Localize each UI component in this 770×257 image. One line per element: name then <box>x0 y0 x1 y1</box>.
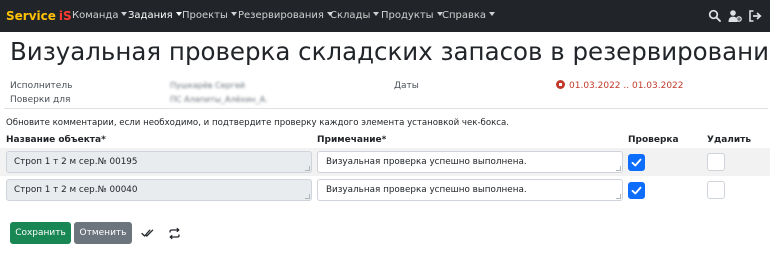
caret-down-icon <box>489 12 496 16</box>
check-all-icon <box>141 229 154 237</box>
checks-for-label: Поверки для <box>10 95 71 105</box>
resize-handle-icon <box>305 166 310 171</box>
checkmark-icon <box>631 186 642 195</box>
column-header-object: Название объекта* <box>6 135 106 145</box>
column-header-check: Проверка <box>628 135 679 145</box>
nav-item-label: Резервирования <box>238 10 324 21</box>
nav-item-projects[interactable]: Проекты <box>182 8 237 24</box>
object-name-field: Строп 1 т 2 м сер.№ 00040 <box>6 179 312 201</box>
verify-checkbox[interactable] <box>628 154 645 171</box>
delete-checkbox[interactable] <box>707 181 725 199</box>
nav-item-label: Команда <box>72 10 119 21</box>
check-all-button[interactable] <box>136 222 158 244</box>
note-value: Визуальная проверка успешно выполнена. <box>326 185 527 195</box>
search-icon[interactable] <box>708 9 722 23</box>
instructions-text: Обновите комментарии, если необходимо, и… <box>6 118 510 128</box>
logout-icon[interactable] <box>748 9 762 23</box>
nav-item-products[interactable]: Продукты <box>381 8 443 24</box>
nav-item-help[interactable]: Справка <box>442 8 496 24</box>
resize-handle-icon[interactable] <box>616 194 621 199</box>
executor-label: Исполнитель <box>10 81 73 91</box>
column-header-delete: Удалить <box>707 135 752 145</box>
nav-item-label: Склады <box>330 10 371 21</box>
divider <box>4 108 768 109</box>
object-name-field: Строп 1 т 2 м сер.№ 00195 <box>6 151 312 173</box>
nav-item-label: Проекты <box>182 10 228 21</box>
top-navbar: Service iS Команда Задания Проекты Резерв… <box>0 0 770 32</box>
date-range: 01.03.2022 .. 01.03.2022 <box>556 80 684 92</box>
date-range-value: 01.03.2022 .. 01.03.2022 <box>569 81 684 91</box>
nav-item-reservations[interactable]: Резервирования <box>238 8 333 24</box>
nav-item-tasks[interactable]: Задания <box>128 8 182 24</box>
brand-logo[interactable]: Service iS <box>6 8 72 24</box>
object-name-value: Строп 1 т 2 м сер.№ 00040 <box>14 185 138 195</box>
nav-item-warehouses[interactable]: Склады <box>330 8 380 24</box>
object-name-value: Строп 1 т 2 м сер.№ 00195 <box>14 157 138 167</box>
dates-label: Даты <box>394 81 419 91</box>
nav-item-label: Задания <box>128 10 173 21</box>
caret-down-icon <box>175 12 182 16</box>
refresh-icon <box>169 227 180 240</box>
page-title: Визуальная проверка складских запасов в … <box>10 37 770 66</box>
note-value: Визуальная проверка успешно выполнена. <box>326 157 527 167</box>
checkmark-icon <box>631 158 642 167</box>
verify-checkbox[interactable] <box>628 182 645 199</box>
resize-handle-icon[interactable] <box>616 166 621 171</box>
brand-suffix: iS <box>58 9 72 23</box>
resize-handle-icon <box>305 194 310 199</box>
caret-down-icon <box>230 12 237 16</box>
user-settings-icon[interactable] <box>728 9 742 23</box>
save-button[interactable]: Сохранить <box>10 222 71 244</box>
caret-down-icon <box>121 12 128 16</box>
column-header-note: Примечание* <box>317 135 387 145</box>
caret-down-icon <box>373 12 380 16</box>
refresh-button[interactable] <box>163 222 185 244</box>
checks-for-value: ПС Алапиты_Алёхин_А. <box>170 95 268 104</box>
brand-name: Service <box>6 9 56 23</box>
executor-value: Пушкарёв Сергей <box>170 81 245 90</box>
nav-item-team[interactable]: Команда <box>72 8 128 24</box>
delete-checkbox[interactable] <box>707 153 725 171</box>
stop-circle-icon <box>556 80 565 89</box>
nav-item-label: Справка <box>442 10 487 21</box>
cancel-button[interactable]: Отменить <box>74 222 132 244</box>
note-input[interactable]: Визуальная проверка успешно выполнена. <box>317 151 623 173</box>
nav-item-label: Продукты <box>381 10 434 21</box>
note-input[interactable]: Визуальная проверка успешно выполнена. <box>317 179 623 201</box>
